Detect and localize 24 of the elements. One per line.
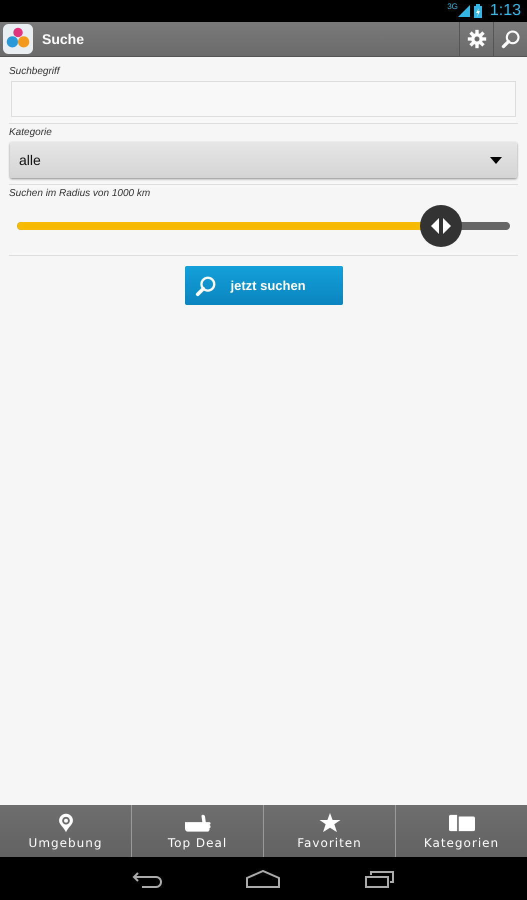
recent-apps-icon[interactable] [364,870,395,888]
field-label: Kategorie [9,127,52,138]
category-dropdown[interactable]: alle [10,142,517,178]
network-type: 3G [447,2,458,11]
signal-icon [458,4,470,18]
bottom-tab[interactable]: Umgebung [0,805,132,857]
battery-icon [474,4,482,18]
app-logo-icon [3,24,33,54]
slider-label: Suchen im Radius von 1000 km [9,188,150,199]
screen-title: Suche [42,31,84,47]
bottom-tab[interactable]: Top Deal [132,805,264,857]
clock: 1:13 [490,2,521,20]
back-icon[interactable] [132,870,162,888]
search-icon [194,274,216,296]
search-field[interactable] [11,81,516,117]
search-icon [500,29,520,49]
search-button[interactable]: jetzt suchen [184,266,342,305]
slider-thumb[interactable] [418,204,463,248]
bottom-tab[interactable]: Favoriten [264,805,396,857]
thumbs-up-icon [184,813,210,833]
folder-icon [448,813,474,833]
field-label: Suchbegriff [9,66,60,77]
home-icon[interactable] [246,870,280,888]
dropdown-arrow-icon [490,156,502,164]
